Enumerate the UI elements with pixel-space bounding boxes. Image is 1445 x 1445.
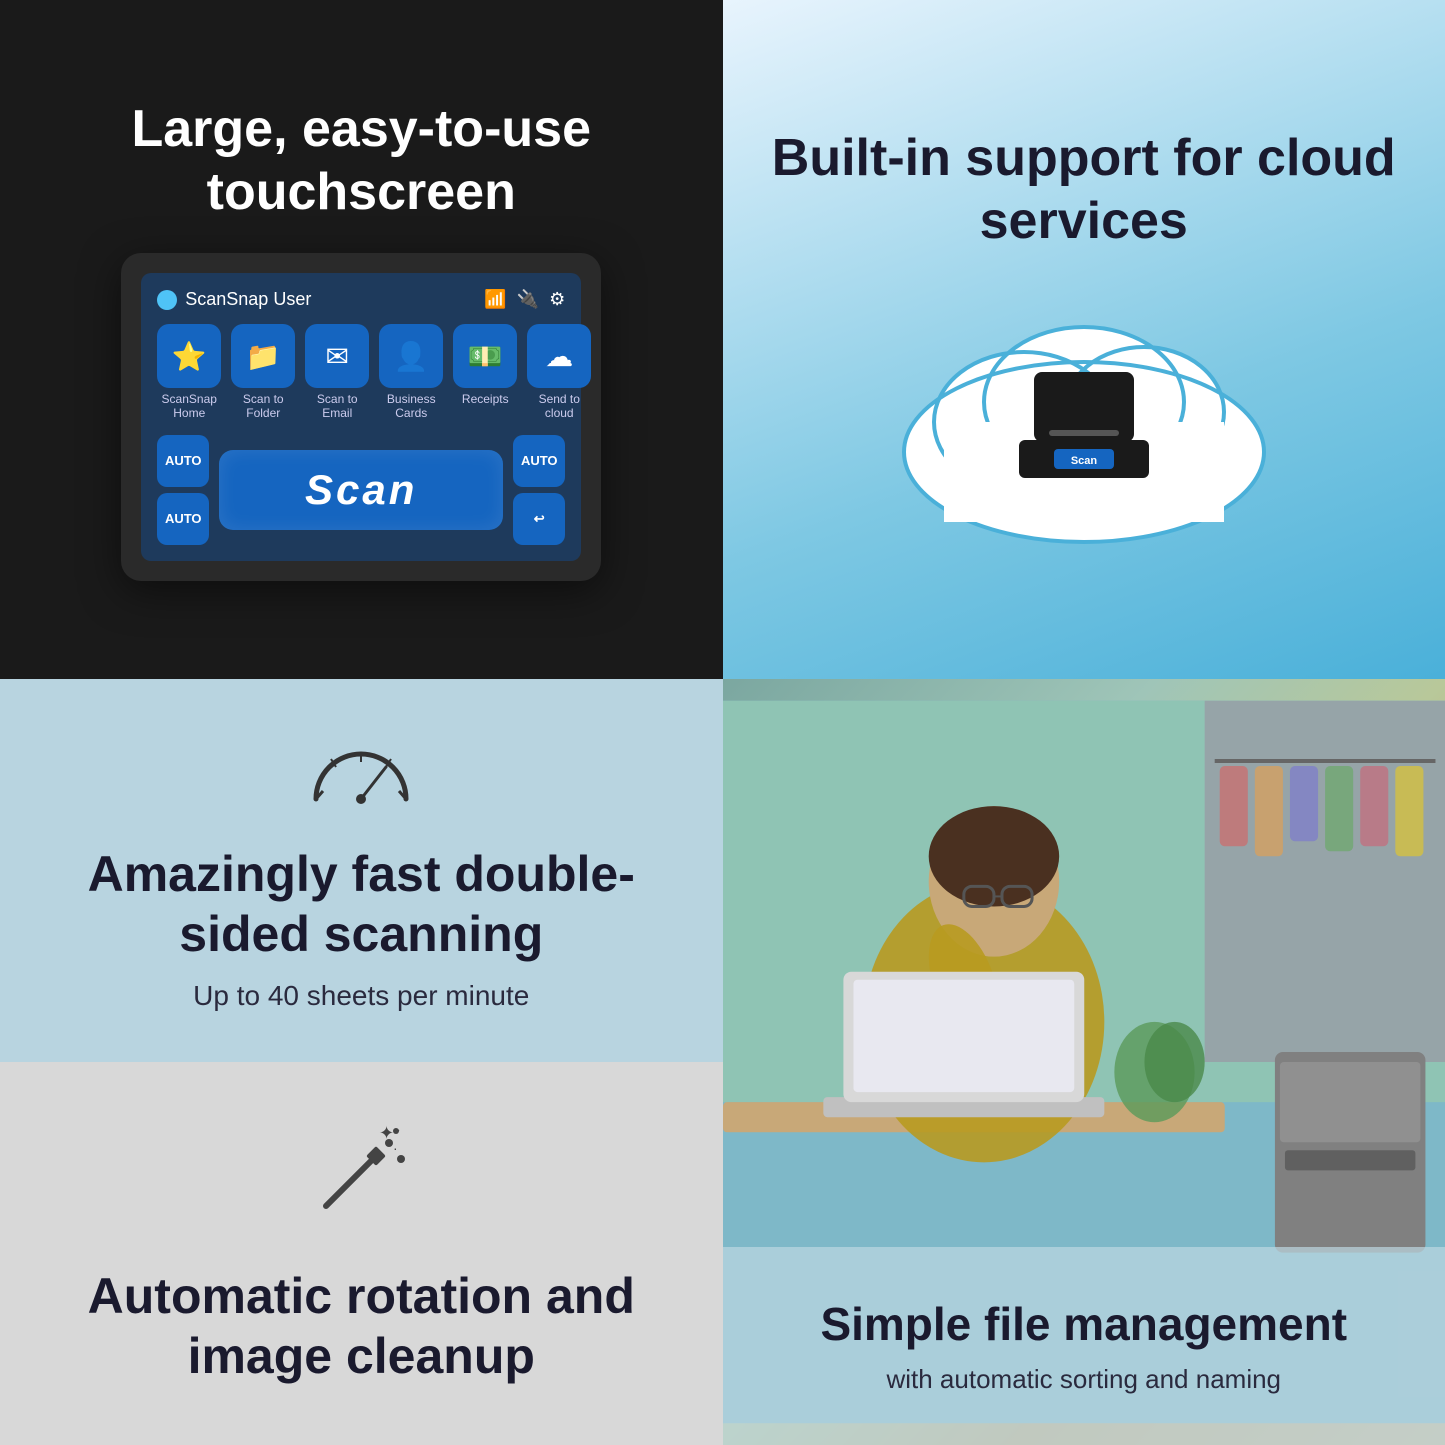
business-cards-label: Business Cards [379,392,443,421]
scanner-device: ScanSnap User 📶 🔌 ⚙ ⭐ ScanSnap Home 📁 [121,253,601,581]
scansnap-home-icon[interactable]: ⭐ [157,324,221,388]
scan-email-label: Scan to Email [305,392,369,421]
touchscreen-display: ScanSnap User 📶 🔌 ⚙ ⭐ ScanSnap Home 📁 [141,273,581,561]
app-business-cards[interactable]: 👤 Business Cards [379,324,443,421]
magic-wand-icon: ✦ · · [301,1121,421,1236]
auto-btn-2[interactable]: AUTO [157,493,209,545]
cell-touchscreen: Large, easy-to-use touchscreen ScanSnap … [0,0,723,679]
cell-left-bottom: Amazingly fast double-sided scanning Up … [0,679,723,1445]
scan-email-icon[interactable]: ✉ [305,324,369,388]
usb-icon: 🔌 [517,289,539,310]
fast-scan-subtitle: Up to 40 sheets per minute [193,980,529,1012]
cloud-title: Built-in support for cloud services [763,127,1406,252]
scan-button[interactable]: Scan [219,450,503,530]
speedometer-icon [301,729,421,814]
cell-cloud: Built-in support for cloud services [723,0,1445,679]
scan-folder-icon[interactable]: 📁 [231,324,295,388]
cell-auto-rotate: ✦ · · Automatic rotation and image clean… [0,1062,723,1445]
main-grid: Large, easy-to-use touchscreen ScanSnap … [0,0,1445,1445]
cell-file-mgmt: Simple file management with automatic so… [723,679,1445,1445]
scan-folder-label: Scan to Folder [231,392,295,421]
scan-row: AUTO AUTO Scan AUTO ↩ [157,435,565,545]
app-receipts[interactable]: 💵 Receipts [453,324,517,421]
fast-scan-title: Amazingly fast double-sided scanning [50,844,673,964]
app-scan-email[interactable]: ✉ Scan to Email [305,324,369,421]
app-scansnap-home[interactable]: ⭐ ScanSnap Home [157,324,221,421]
business-cards-icon[interactable]: 👤 [379,324,443,388]
gear-icon: ⚙ [549,289,565,310]
arrow-btn[interactable]: ↩ [513,493,565,545]
wifi-icon: 📶 [484,289,506,310]
svg-text:✦: ✦ [379,1123,394,1143]
svg-text:·: · [393,1140,398,1156]
svg-text:·: · [397,1125,400,1136]
send-cloud-icon[interactable]: ☁ [527,324,591,388]
screen-status-icons: 📶 🔌 ⚙ [484,289,565,310]
file-mgmt-title: Simple file management [773,1297,1396,1352]
scan-side-icons-right: AUTO ↩ [513,435,565,545]
screen-user: ScanSnap User [157,289,311,310]
cloud-container: Scan [884,292,1284,552]
cell-fast-scan: Amazingly fast double-sided scanning Up … [0,679,723,1062]
send-cloud-label: Send to cloud [527,392,591,421]
svg-text:Scan: Scan [1071,455,1098,467]
auto-btn-1[interactable]: AUTO [157,435,209,487]
auto-btn-3[interactable]: AUTO [513,435,565,487]
touchscreen-title: Large, easy-to-use touchscreen [40,98,683,223]
user-dot-icon [157,290,177,310]
user-name: ScanSnap User [185,289,311,310]
scan-side-icons: AUTO AUTO [157,435,209,545]
scansnap-home-label: ScanSnap Home [157,392,221,421]
app-icons-row: ⭐ ScanSnap Home 📁 Scan to Folder ✉ Scan … [157,324,565,421]
file-mgmt-text-overlay: Simple file management with automatic so… [723,1247,1445,1445]
receipts-icon[interactable]: 💵 [453,324,517,388]
app-send-cloud[interactable]: ☁ Send to cloud [527,324,591,421]
file-mgmt-subtitle: with automatic sorting and naming [773,1364,1396,1395]
receipts-label: Receipts [462,392,509,406]
auto-rotate-title: Automatic rotation and image cleanup [50,1266,673,1386]
app-scan-folder[interactable]: 📁 Scan to Folder [231,324,295,421]
screen-header: ScanSnap User 📶 🔌 ⚙ [157,289,565,310]
cloud-svg: Scan [884,292,1284,552]
